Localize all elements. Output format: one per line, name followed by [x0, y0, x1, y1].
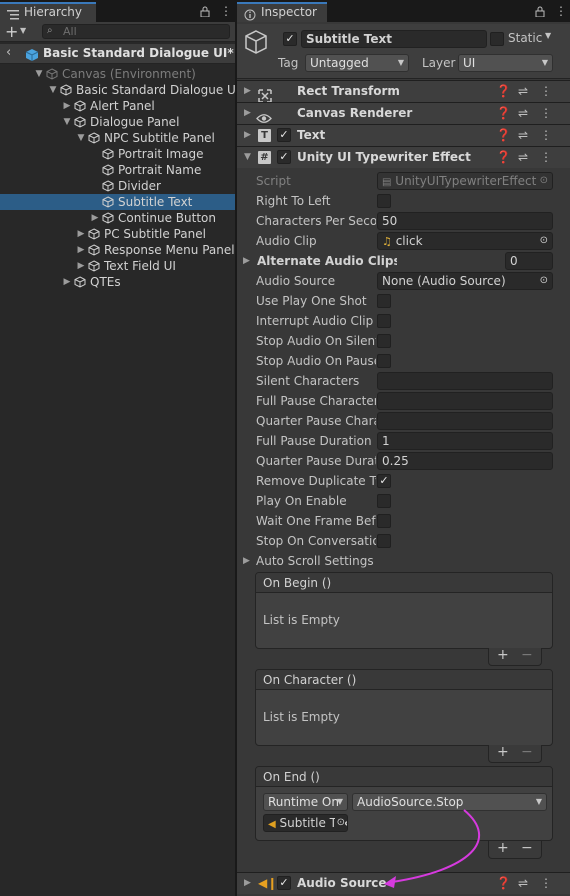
annotation-arrow [384, 809, 481, 888]
